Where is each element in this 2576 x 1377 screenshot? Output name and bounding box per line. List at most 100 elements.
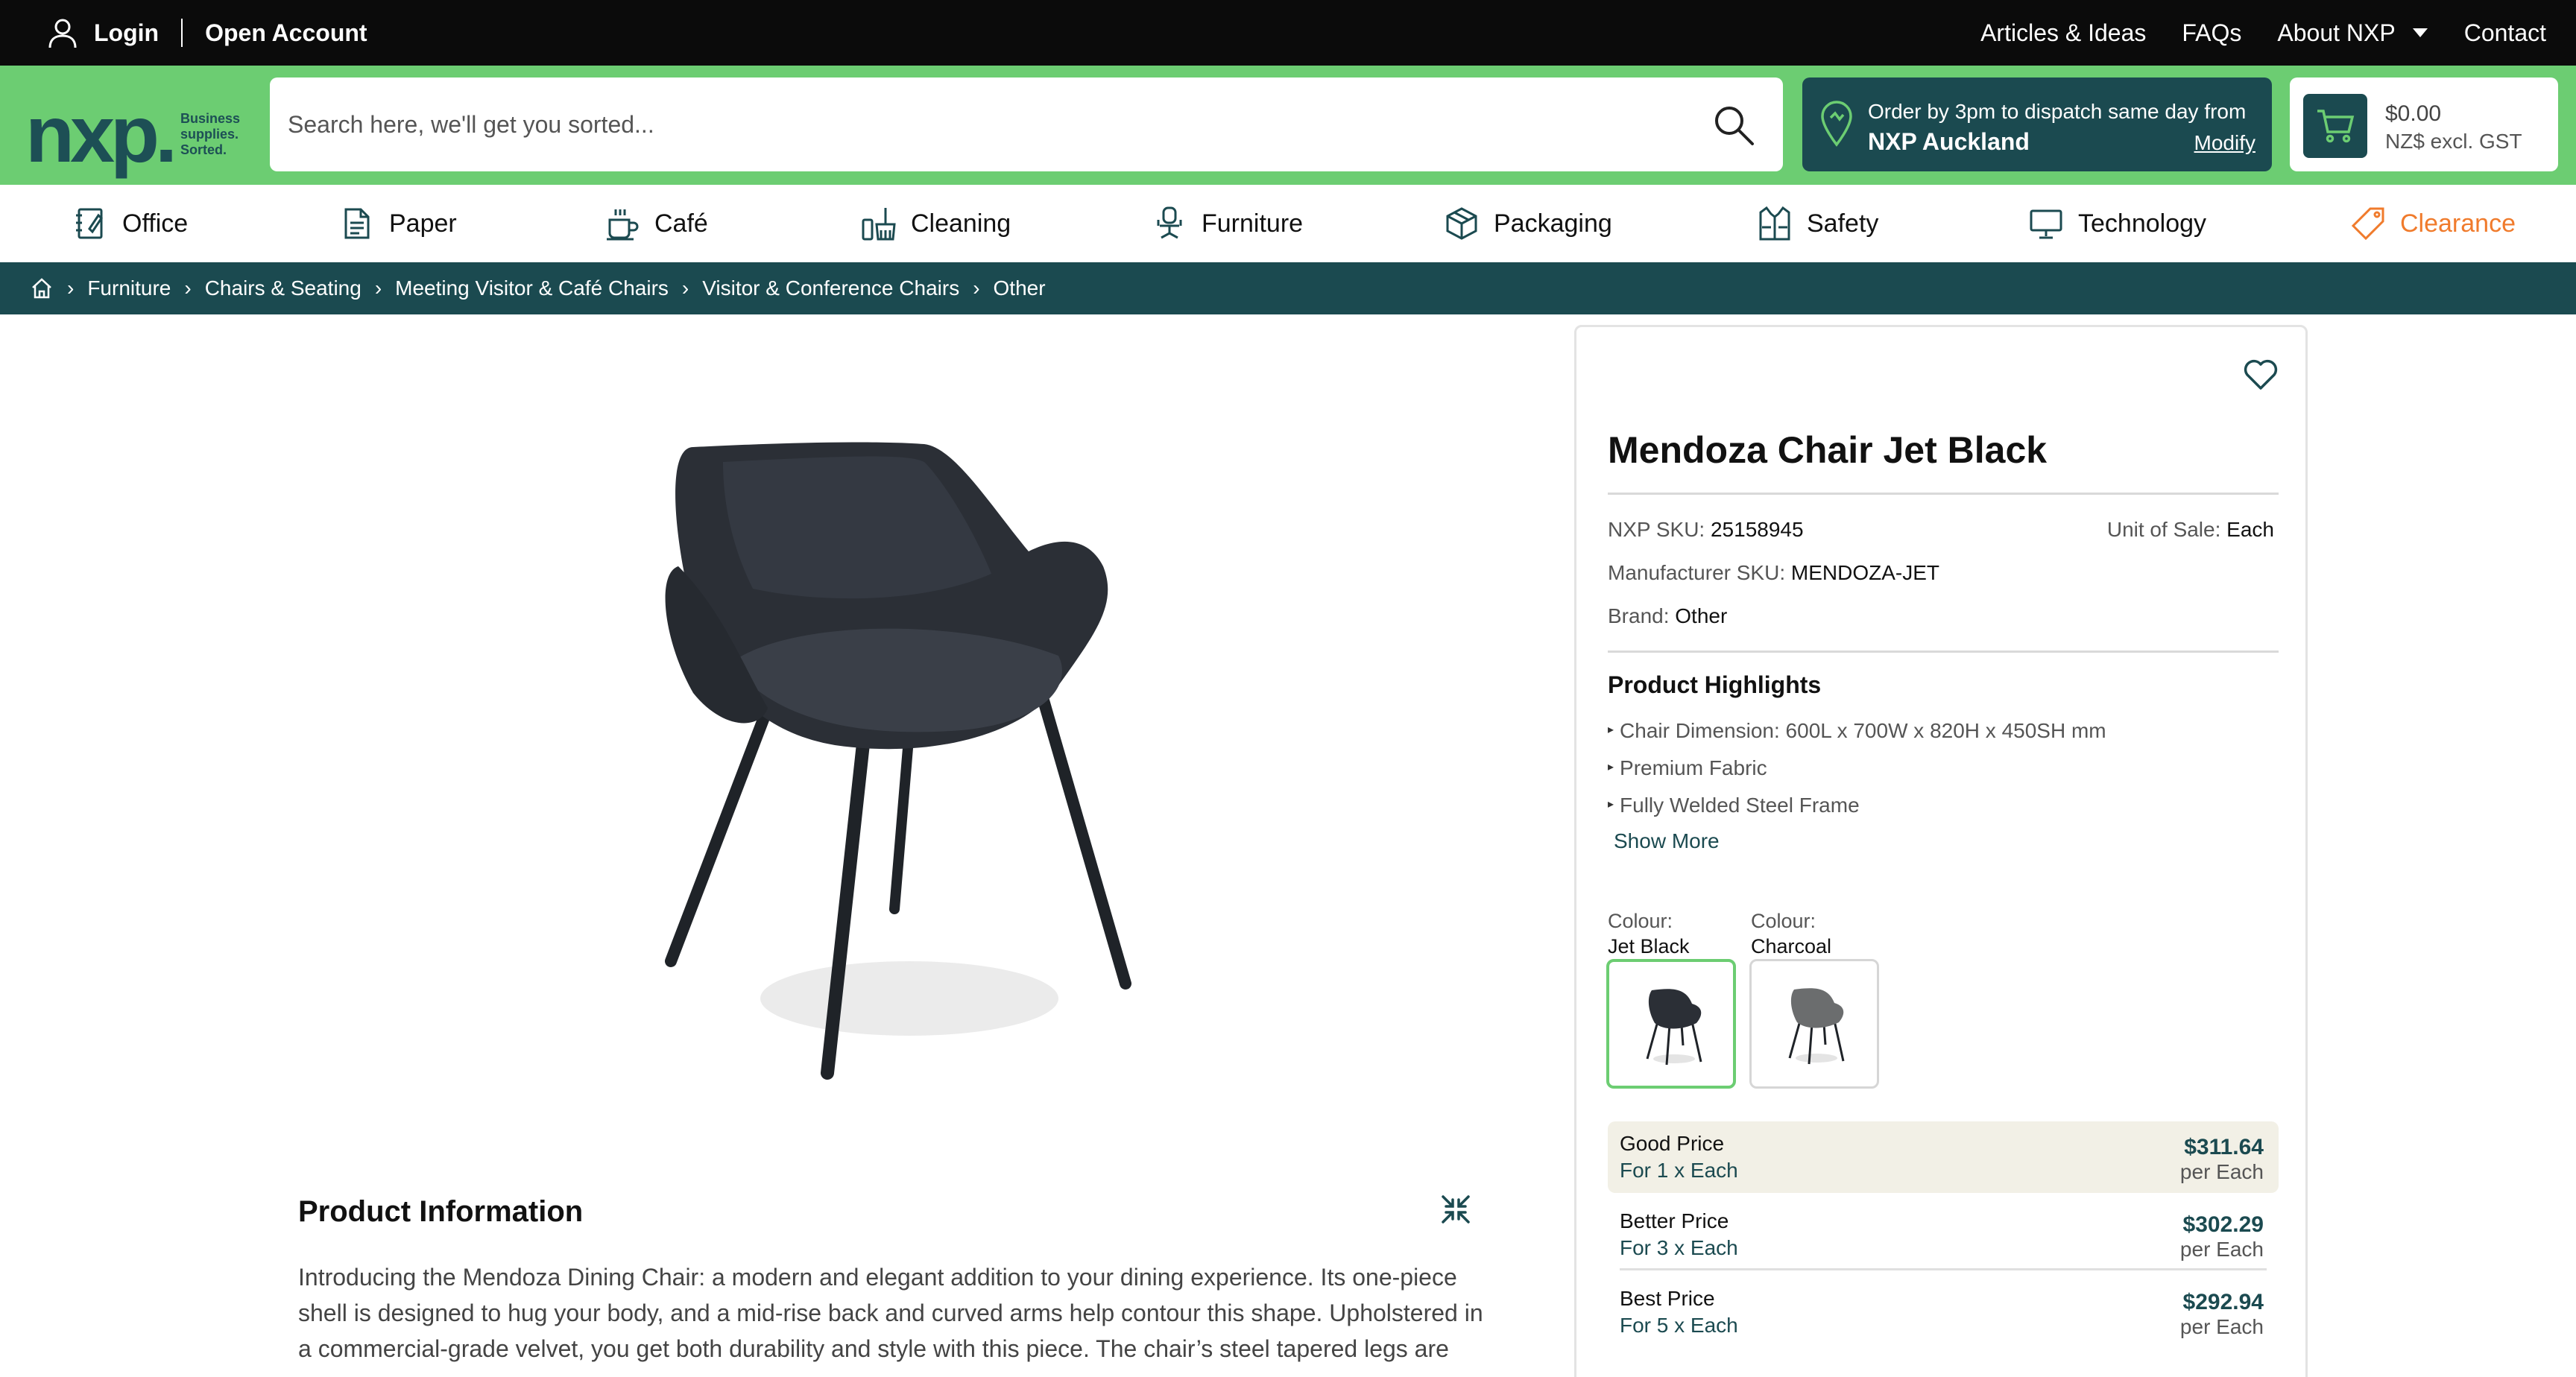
- tier-quantity: For 3 x Each: [1620, 1236, 1738, 1259]
- open-account-link[interactable]: Open Account: [205, 19, 367, 47]
- highlight-item: Premium Fabric: [1608, 756, 1767, 780]
- product-information-title: Product Information: [298, 1195, 584, 1228]
- manufacturer-sku: Manufacturer SKU: MENDOZA-JET: [1608, 561, 1939, 585]
- articles-link[interactable]: Articles & Ideas: [1980, 19, 2146, 47]
- category-cleaning[interactable]: Cleaning: [862, 185, 1011, 262]
- box-icon: [1446, 207, 1477, 240]
- colour-swatch-charcoal[interactable]: [1749, 959, 1879, 1089]
- dispatch-location: NXP Auckland: [1868, 128, 2030, 155]
- divider: [1620, 1268, 2267, 1270]
- breadcrumb-visitor-chairs[interactable]: Visitor & Conference Chairs: [702, 276, 959, 300]
- category-paper[interactable]: Paper: [340, 185, 457, 262]
- tier-name: Good Price: [1620, 1132, 1725, 1155]
- highlight-item: Chair Dimension: 600L x 700W x 820H x 45…: [1608, 719, 2106, 743]
- collapse-icon[interactable]: [1439, 1192, 1473, 1226]
- unit-of-sale: Unit of Sale: Each: [2107, 518, 2274, 542]
- price-tier-good[interactable]: Good Price For 1 x Each $311.64 per Each: [1608, 1121, 2279, 1193]
- breadcrumb-chairs-seating[interactable]: Chairs & Seating: [205, 276, 362, 300]
- category-label: Café: [654, 209, 708, 238]
- nxp-sku-value: 25158945: [1710, 518, 1804, 541]
- caret-down-icon: [2412, 28, 2428, 37]
- safety-vest-icon: [1759, 206, 1790, 241]
- category-cafe[interactable]: Café: [605, 185, 708, 262]
- chevron-right-icon: ›: [374, 276, 382, 300]
- tier-name: Better Price: [1620, 1209, 1729, 1232]
- chair-thumbnail: [1788, 988, 1845, 1065]
- category-technology[interactable]: Technology: [2029, 185, 2206, 262]
- description-line: a commercial-grade velvet, you get both …: [298, 1335, 1449, 1362]
- cart-button[interactable]: [2303, 94, 2367, 158]
- logo-wordmark: nxp.: [25, 89, 177, 179]
- product-image[interactable]: [641, 417, 1178, 1088]
- highlight-item: Fully Welded Steel Frame: [1608, 794, 1860, 817]
- colour-swatch-jet-black[interactable]: [1606, 959, 1736, 1089]
- description-line: Introducing the Mendoza Dining Chair: a …: [298, 1264, 1457, 1291]
- contact-link[interactable]: Contact: [2464, 19, 2546, 47]
- tier-quantity: For 5 x Each: [1620, 1314, 1738, 1337]
- cart-summary[interactable]: $0.00 NZ$ excl. GST: [2290, 77, 2558, 171]
- chevron-right-icon: ›: [67, 276, 75, 300]
- search-box: [270, 77, 1783, 171]
- breadcrumb-furniture[interactable]: Furniture: [87, 276, 171, 300]
- colour-name: Charcoal: [1751, 935, 1832, 957]
- chevron-right-icon: ›: [184, 276, 192, 300]
- category-packaging[interactable]: Packaging: [1445, 185, 1612, 262]
- login-link[interactable]: Login: [94, 19, 159, 47]
- logo-tagline-line: Business: [180, 110, 241, 126]
- nxp-sku-label: NXP SKU:: [1608, 518, 1705, 541]
- logo-tagline: Business supplies. Sorted.: [180, 111, 240, 158]
- tier-unit: per Each: [2179, 1160, 2264, 1183]
- faqs-link[interactable]: FAQs: [2182, 19, 2241, 47]
- mfr-sku-label: Manufacturer SKU:: [1608, 561, 1786, 584]
- top-links: Articles & Ideas FAQs About NXP Contact: [1980, 0, 2546, 66]
- tier-price: $311.64: [2184, 1135, 2264, 1159]
- broom-icon: [862, 208, 896, 241]
- category-clearance[interactable]: Clearance: [2351, 185, 2516, 262]
- top-bar: Login Open Account Articles & Ideas FAQs…: [0, 0, 2576, 66]
- show-more-link[interactable]: Show More: [1614, 829, 1720, 853]
- user-icon: [48, 19, 77, 48]
- coffee-cup-icon: [607, 209, 639, 241]
- price-tier-better[interactable]: Better Price For 3 x Each $302.29 per Ea…: [1608, 1199, 2279, 1270]
- monitor-icon: [2030, 209, 2062, 239]
- category-nav: Office Paper Café Cleaning Furniture Pac…: [0, 185, 2576, 262]
- brand-label: Brand:: [1608, 604, 1670, 627]
- unit-value: Each: [2226, 518, 2274, 541]
- colour-name: Jet Black: [1608, 935, 1690, 957]
- nxp-logo[interactable]: nxp. Business supplies. Sorted.: [25, 94, 240, 174]
- tier-price: $302.29: [2182, 1212, 2264, 1237]
- about-link[interactable]: About NXP: [2277, 19, 2428, 47]
- divider: [181, 19, 183, 47]
- description-line: shell is designed to hug your body, and …: [298, 1300, 1483, 1326]
- dispatch-banner: Order by 3pm to dispatch same day from N…: [1802, 77, 2272, 171]
- brand-value: Other: [1675, 604, 1728, 627]
- price-tier-best[interactable]: Best Price For 5 x Each $292.94 per Each: [1608, 1276, 2279, 1348]
- wishlist-heart-icon[interactable]: [2243, 357, 2279, 393]
- search-input[interactable]: [288, 77, 1689, 171]
- notebook-icon: [76, 208, 103, 239]
- brand: Brand: Other: [1608, 604, 1727, 628]
- divider: [1608, 650, 2279, 653]
- unit-label: Unit of Sale:: [2106, 518, 2221, 541]
- category-label: Clearance: [2400, 209, 2516, 238]
- tier-quantity: For 1 x Each: [1620, 1159, 1738, 1182]
- colour-label-charcoal: Colour: Charcoal: [1751, 908, 1831, 959]
- home-icon[interactable]: [30, 276, 54, 300]
- account-links: Login Open Account: [46, 0, 367, 66]
- breadcrumb-meeting-chairs[interactable]: Meeting Visitor & Café Chairs: [395, 276, 669, 300]
- cart-currency: NZ$ excl. GST: [2385, 130, 2522, 153]
- category-office[interactable]: Office: [73, 185, 188, 262]
- product-title: Mendoza Chair Jet Black: [1608, 429, 2048, 471]
- logo-tagline-line: Sorted.: [180, 142, 227, 157]
- category-label: Furniture: [1202, 209, 1304, 238]
- breadcrumb: › Furniture › Chairs & Seating › Meeting…: [0, 262, 2576, 314]
- about-label: About NXP: [2277, 19, 2396, 46]
- category-label: Technology: [2078, 209, 2207, 238]
- category-furniture[interactable]: Furniture: [1152, 185, 1303, 262]
- search-icon[interactable]: [1711, 103, 1756, 148]
- category-safety[interactable]: Safety: [1758, 185, 1878, 262]
- modify-location-link[interactable]: Modify: [2194, 131, 2255, 155]
- chevron-right-icon: ›: [681, 276, 689, 300]
- colour-label: Colour:: [1751, 910, 1816, 932]
- highlights-title: Product Highlights: [1608, 671, 1822, 698]
